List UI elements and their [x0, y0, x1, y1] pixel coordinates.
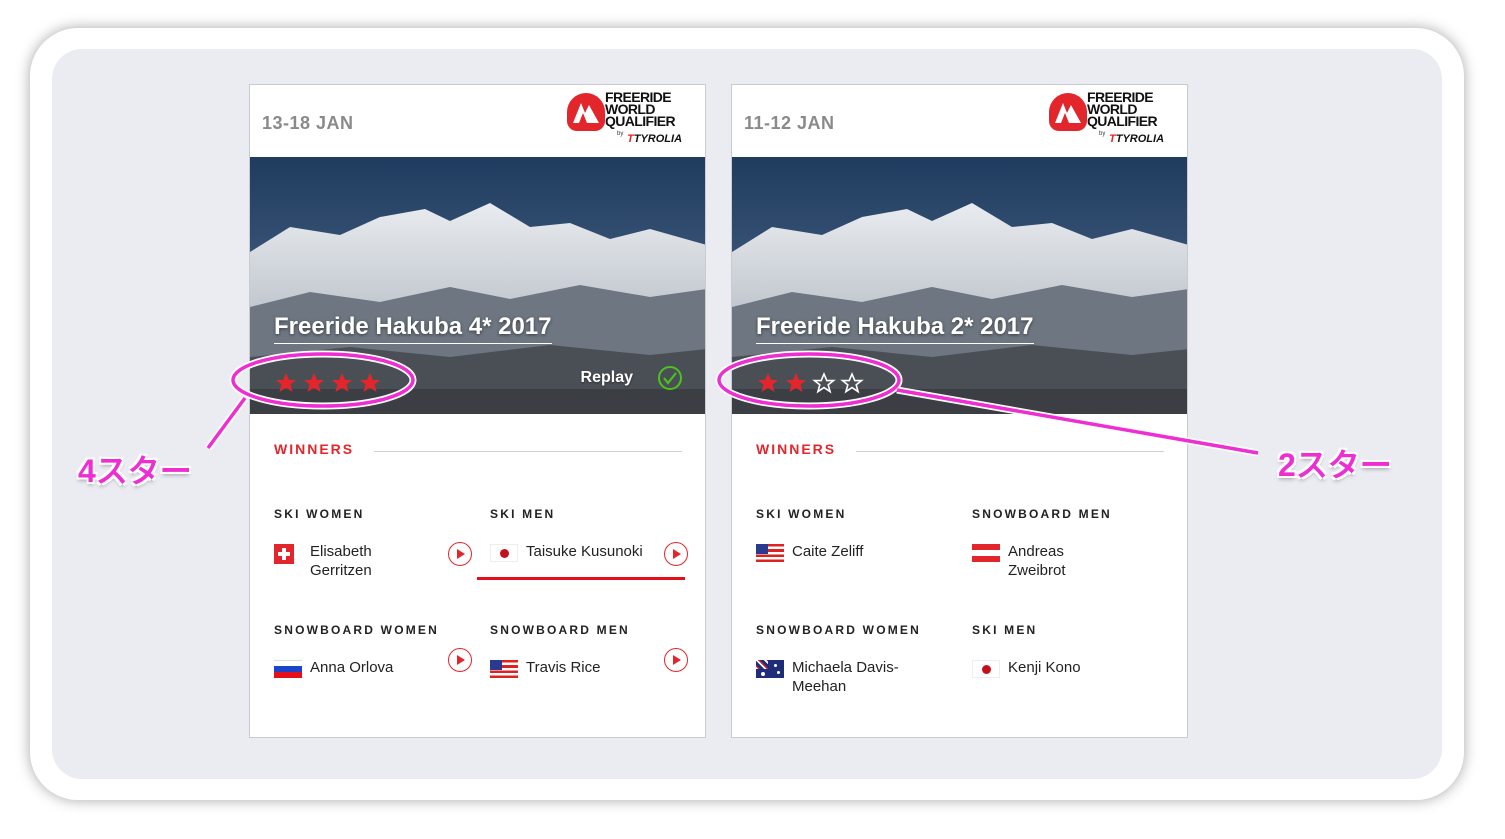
annotation-4-star: 4スター [78, 453, 192, 489]
annotation-2-star: 2スター [1278, 447, 1392, 483]
annotation-overlay [205, 350, 1259, 457]
